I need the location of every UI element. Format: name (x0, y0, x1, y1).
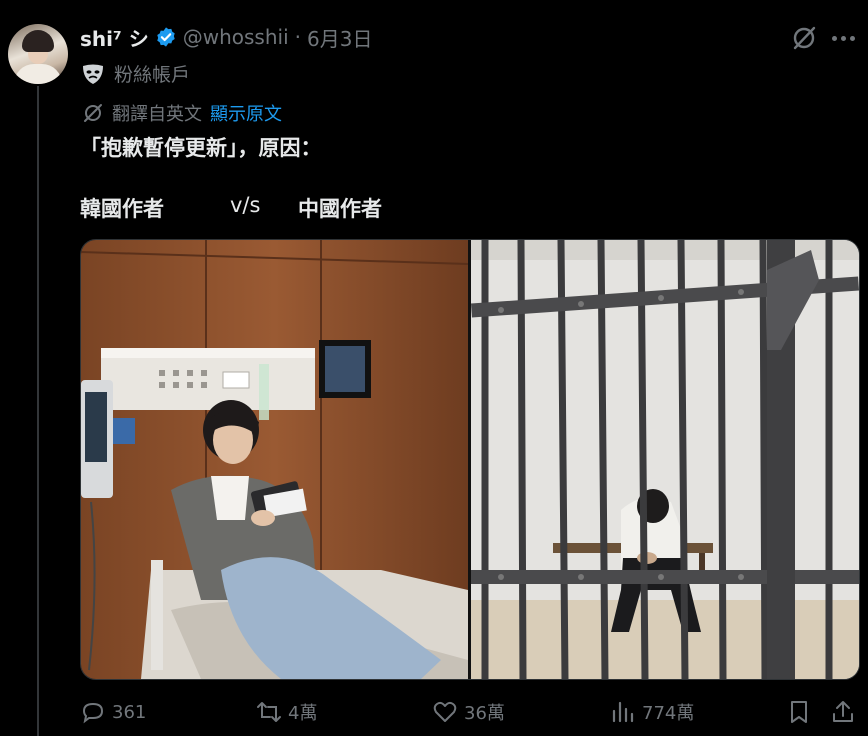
repost-count: 4萬 (288, 703, 318, 724)
views-icon (612, 701, 634, 723)
mask-icon (83, 64, 103, 84)
grok-icon[interactable] (790, 24, 818, 52)
korean-author-text: 韓國作者 (80, 197, 164, 221)
post-header: shi⁷ シ @whosshii · 6月3日 (80, 22, 372, 52)
media-grid[interactable] (80, 239, 860, 680)
translate-icon (84, 104, 102, 122)
hospital-photo[interactable] (81, 240, 468, 679)
thread-connector-line (37, 86, 39, 736)
views-button[interactable]: 774萬 (610, 696, 694, 728)
like-button[interactable]: 36萬 (432, 696, 505, 728)
author-handle[interactable]: @whosshii (183, 25, 289, 49)
translation-row: 翻譯自英文 顯示原文 (82, 100, 282, 126)
bookmark-icon (791, 701, 807, 723)
like-icon (433, 701, 457, 722)
views-count: 774萬 (642, 703, 695, 724)
repost-button[interactable]: 4萬 (256, 696, 317, 728)
top-bar (0, 0, 868, 8)
share-icon (833, 701, 853, 722)
reply-button[interactable]: 361 (80, 696, 146, 728)
avatar[interactable] (8, 24, 68, 84)
jail-photo[interactable] (471, 240, 859, 679)
verified-badge-icon (157, 27, 175, 47)
separator-dot: · (294, 25, 301, 49)
chinese-author-text: 中國作者 (298, 197, 382, 221)
post-date[interactable]: 6月3日 (307, 23, 372, 52)
like-count: 36萬 (464, 703, 505, 724)
bookmark-button[interactable] (786, 696, 812, 728)
action-bar: 361 4萬 36萬 774萬 (80, 696, 858, 728)
versus-text: v/s (230, 193, 261, 217)
repost-icon (257, 702, 281, 722)
fan-account-row: 粉絲帳戶 (80, 60, 190, 87)
fan-account-label: 粉絲帳戶 (114, 64, 191, 86)
author-name[interactable]: shi⁷ シ (80, 23, 149, 52)
reply-count: 361 (112, 701, 147, 723)
more-icon[interactable] (828, 26, 858, 50)
tweet-text-line-1: 「抱歉暫停更新」，原因： (80, 136, 322, 160)
share-button[interactable] (830, 696, 856, 728)
show-original-link[interactable]: 顯示原文 (210, 100, 282, 126)
reply-icon (82, 702, 104, 724)
translated-from-label: 翻譯自英文 (112, 104, 202, 125)
